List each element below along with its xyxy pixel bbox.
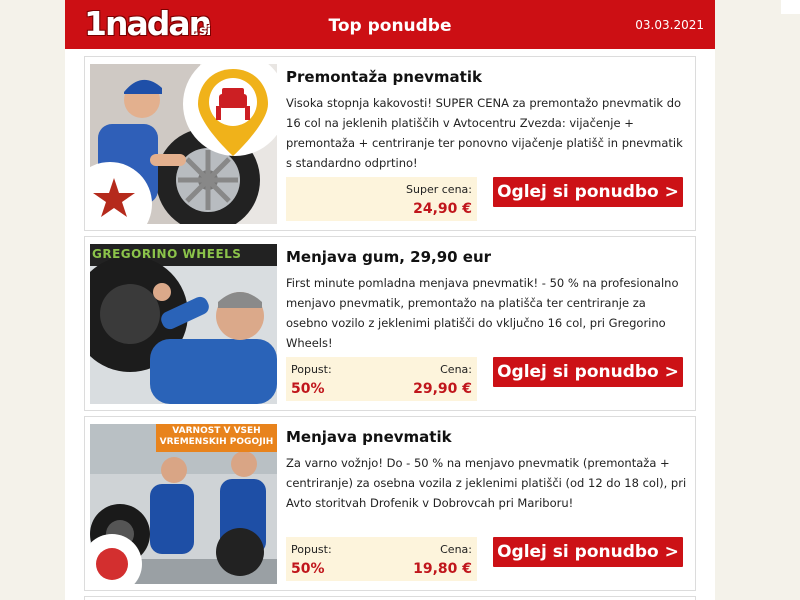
offer-image-workshop[interactable]: VARNOST V VSEH VREMENSKIH POGOJIH — [90, 424, 277, 584]
view-offer-button[interactable]: Oglej si ponudbo > — [493, 177, 683, 207]
image-banner-text: VARNOST V VSEH VREMENSKIH POGOJIH — [159, 426, 274, 447]
offer-description: Za varno vožnjo! Do - 50 % na menjavo pn… — [286, 456, 687, 510]
offer-card-premontaza: Premontaža pnevmatik Visoka stopnja kako… — [84, 56, 696, 231]
price-value: 29,90 € — [413, 381, 472, 397]
price-value: 24,90 € — [413, 201, 472, 217]
header-date: 03.03.2021 — [635, 18, 704, 32]
right-edge-strip — [781, 0, 800, 14]
discount-value: 50% — [291, 561, 325, 577]
view-offer-button[interactable]: Oglej si ponudbo > — [493, 537, 683, 567]
header-title: Top ponudbe — [328, 16, 452, 36]
offer-description: Visoka stopnja kakovosti! SUPER CENA za … — [286, 96, 683, 170]
offer-title[interactable]: Menjava pnevmatik — [286, 427, 452, 447]
price-box: Popust: 50% Cena: 29,90 € — [286, 357, 477, 401]
view-offer-button[interactable]: Oglej si ponudbo > — [493, 357, 683, 387]
offer-card-next-partial — [84, 596, 696, 600]
price-box: Super cena: 24,90 € — [286, 177, 477, 221]
offer-card-menjava-gum: GREGORINO WHEELS Menjava gum, 29,90 eur … — [84, 236, 696, 411]
price-label: Cena: — [440, 543, 472, 556]
offer-card-menjava-pnevmatik: VARNOST V VSEH VREMENSKIH POGOJIH Menjav… — [84, 416, 696, 591]
header-bar: 1nadan .si Top ponudbe 03.03.2021 — [65, 0, 715, 49]
price-label: Cena: — [440, 363, 472, 376]
image-banner-text: GREGORINO WHEELS — [92, 247, 242, 261]
offer-title[interactable]: Menjava gum, 29,90 eur — [286, 247, 491, 267]
offer-image-mechanic-wheel[interactable]: GREGORINO WHEELS — [90, 244, 277, 404]
offer-title[interactable]: Premontaža pnevmatik — [286, 67, 482, 87]
offer-image-mechanic-tire[interactable] — [90, 64, 277, 224]
price-box: Popust: 50% Cena: 19,80 € — [286, 537, 477, 581]
price-label: Super cena: — [406, 183, 472, 196]
offer-description: First minute pomladna menjava pnevmatik!… — [286, 276, 679, 350]
discount-label: Popust: — [291, 543, 332, 556]
discount-label: Popust: — [291, 363, 332, 376]
discount-value: 50% — [291, 381, 325, 397]
newsletter: 1nadan .si Top ponudbe 03.03.2021 Premon… — [65, 0, 715, 600]
price-value: 19,80 € — [413, 561, 472, 577]
